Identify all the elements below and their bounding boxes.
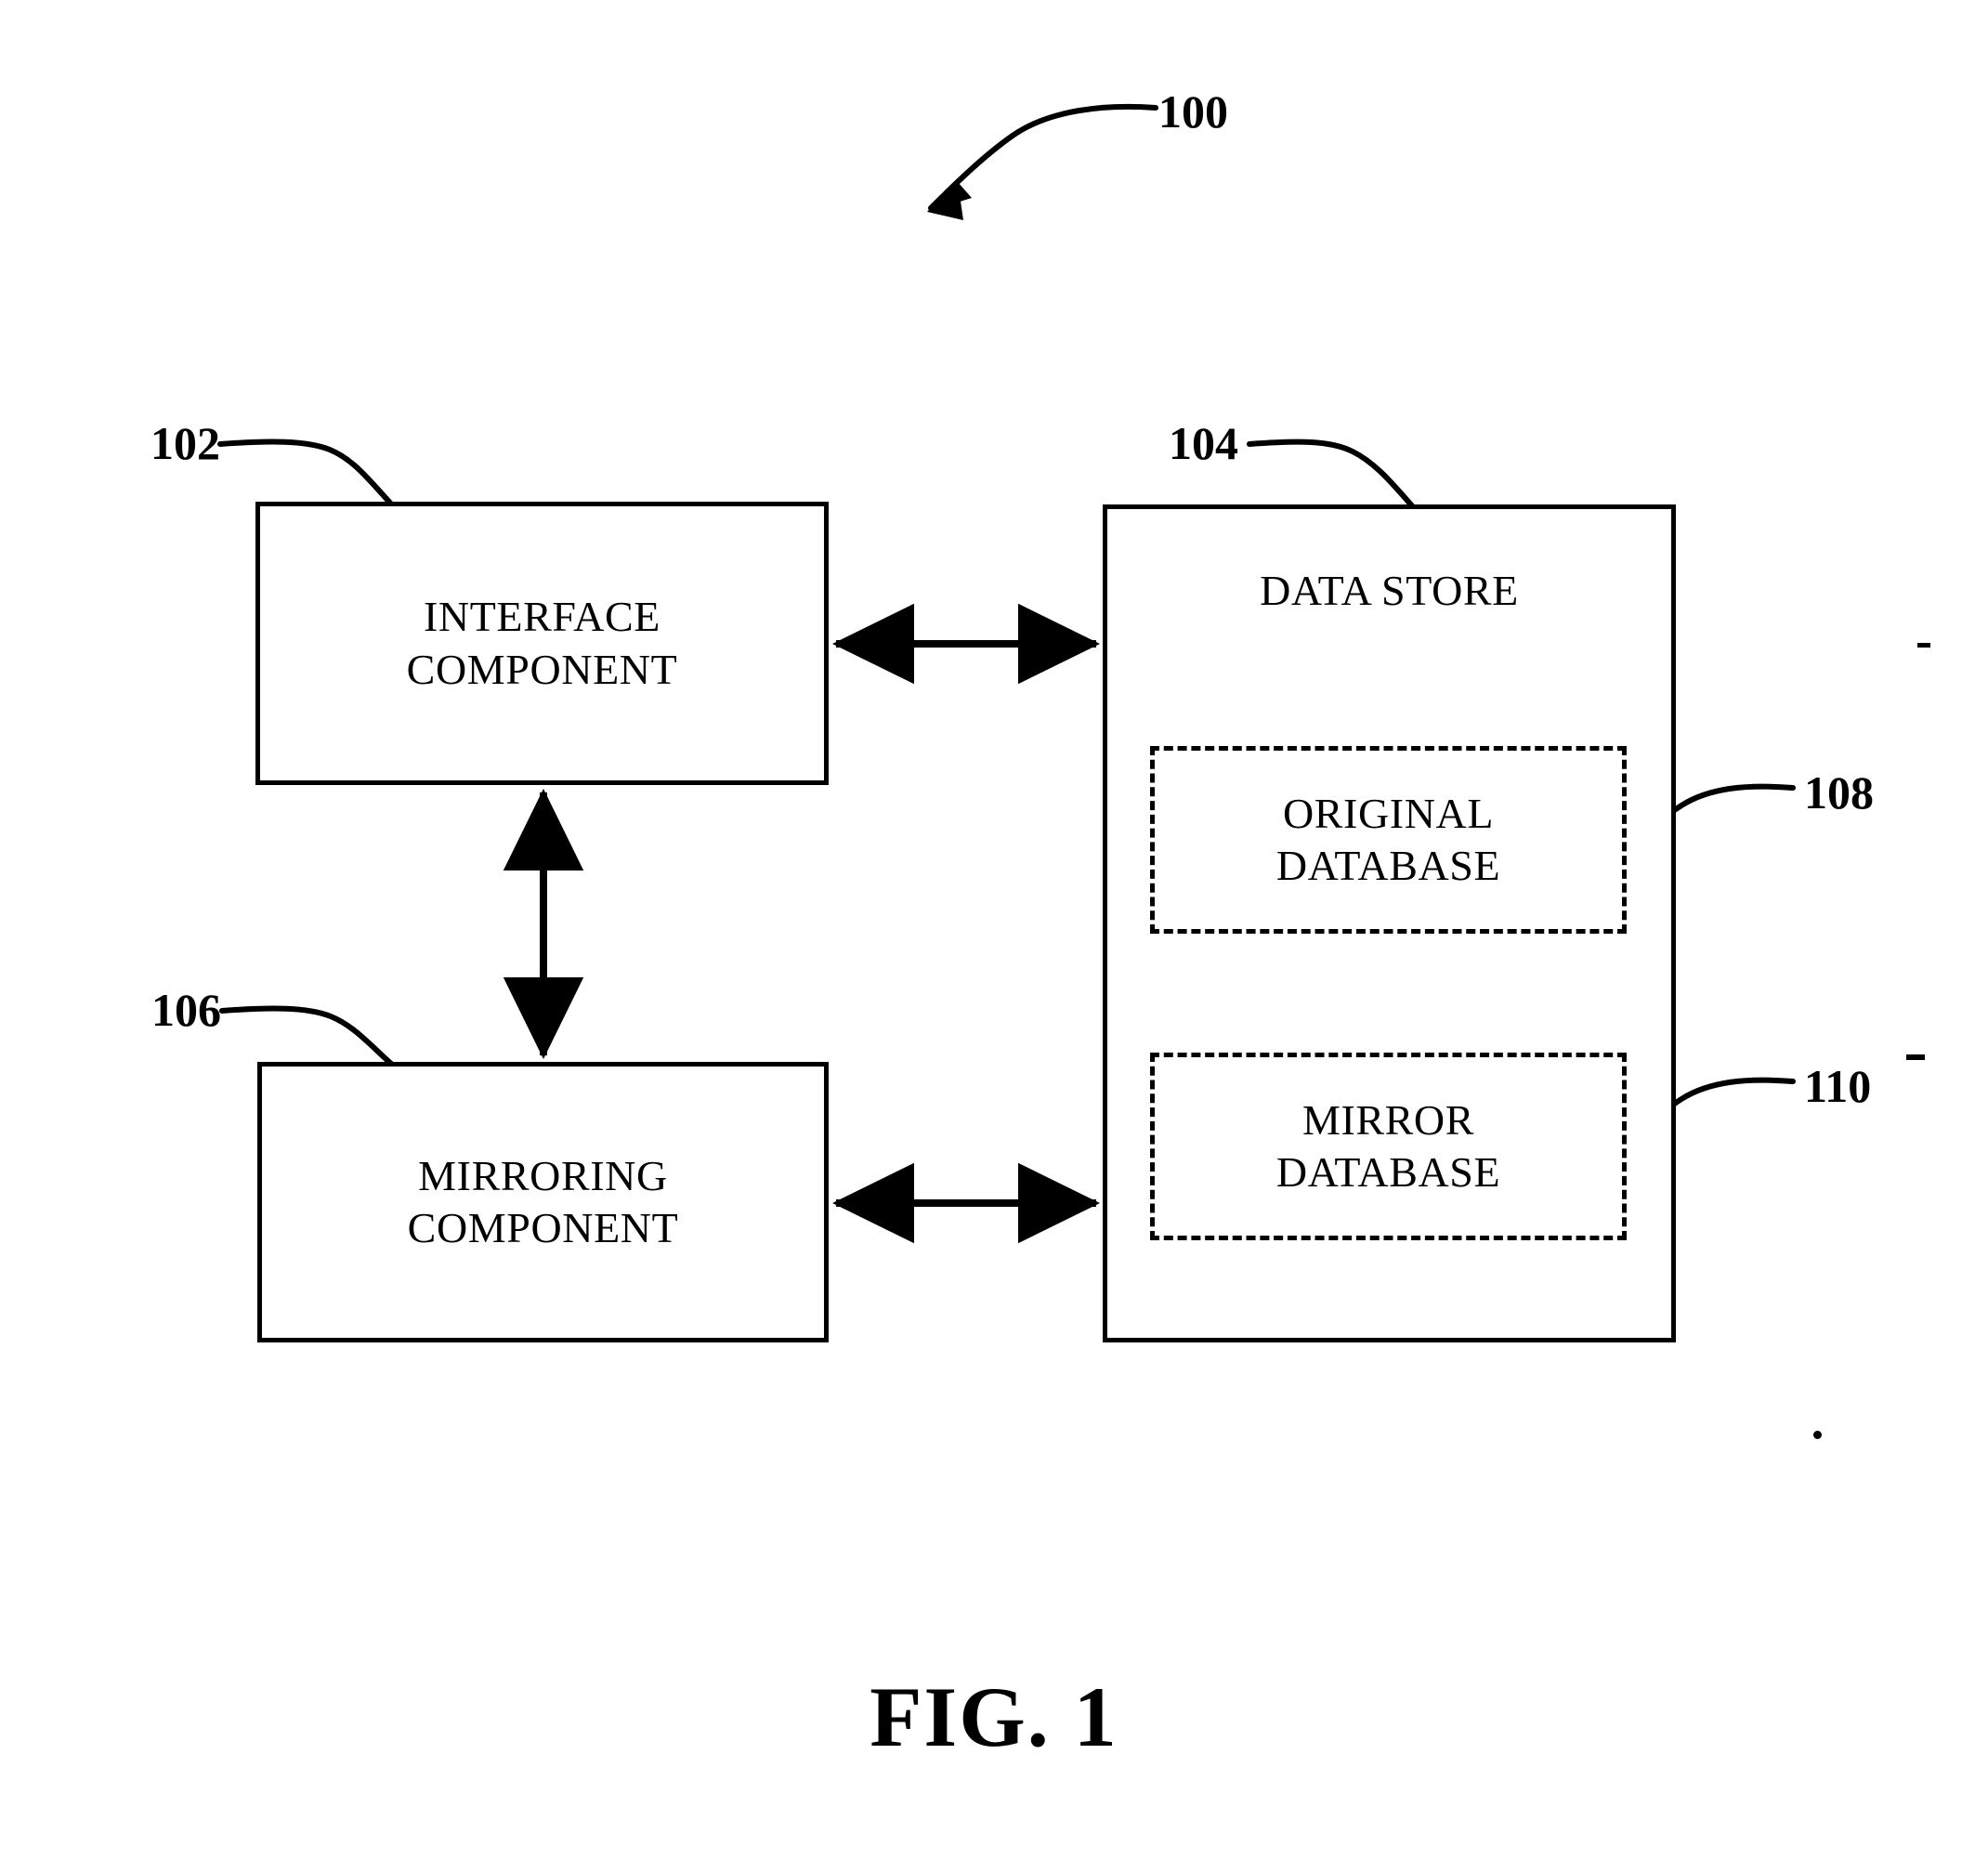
leader-line-100 bbox=[927, 103, 1158, 220]
reference-numeral-104: 104 bbox=[1169, 417, 1238, 469]
leader-line-102 bbox=[217, 439, 399, 513]
interface-component-box: INTERFACE COMPONENT bbox=[255, 502, 829, 785]
mirror-database-label: MIRROR DATABASE bbox=[1275, 1095, 1501, 1196]
reference-numeral-106: 106 bbox=[151, 984, 221, 1036]
scan-speck bbox=[1813, 1431, 1822, 1439]
mirror-database-box: MIRROR DATABASE bbox=[1150, 1053, 1627, 1240]
reference-numeral-102: 102 bbox=[150, 417, 220, 469]
figure-caption: FIG. 1 bbox=[870, 1669, 1118, 1764]
mirroring-component-label: MIRRORING COMPONENT bbox=[407, 1151, 679, 1251]
original-database-box: ORIGINAL DATABASE bbox=[1150, 746, 1627, 934]
leader-line-104 bbox=[1247, 439, 1419, 513]
scan-speck bbox=[1906, 1054, 1925, 1060]
original-database-label: ORIGINAL DATABASE bbox=[1275, 789, 1501, 889]
connector-layer bbox=[217, 103, 1796, 1244]
data-store-label: DATA STORE bbox=[1260, 567, 1519, 614]
patent-figure: 100 102 104 106 108 110 INTERFACE COMPON… bbox=[0, 0, 1988, 1872]
mirroring-component-box: MIRRORING COMPONENT bbox=[257, 1062, 829, 1342]
reference-numeral-110: 110 bbox=[1804, 1060, 1872, 1112]
scan-speck bbox=[1917, 643, 1930, 648]
interface-component-label: INTERFACE COMPONENT bbox=[406, 593, 678, 693]
reference-numeral-100: 100 bbox=[1158, 85, 1228, 137]
reference-numeral-108: 108 bbox=[1804, 766, 1874, 818]
